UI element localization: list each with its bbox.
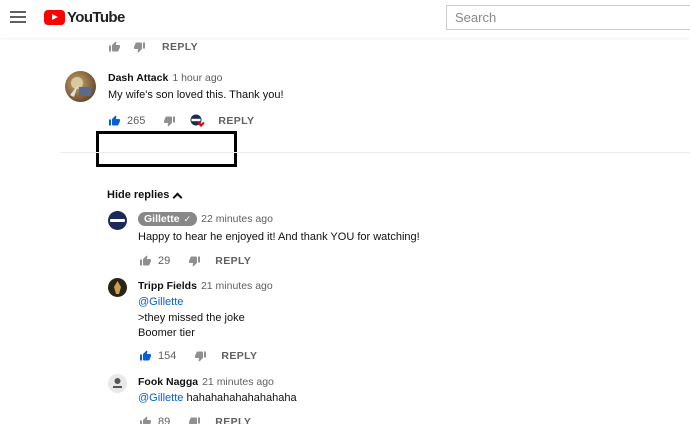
dislike-button[interactable] bbox=[163, 115, 176, 127]
thumbs-up-icon bbox=[109, 115, 120, 126]
comment-time[interactable]: 1 hour ago bbox=[172, 72, 222, 84]
dislike-button[interactable] bbox=[133, 41, 146, 53]
comment-text: My wife's son loved this. Thank you! bbox=[108, 89, 284, 101]
reply-actions: 154 REPLY bbox=[139, 350, 257, 362]
menu-icon[interactable] bbox=[10, 11, 26, 24]
avatar-image bbox=[114, 281, 121, 294]
reply-header: Tripp Fields 21 minutes ago bbox=[138, 280, 273, 292]
reply-text: @Gillette hahahahahahahahaha bbox=[138, 391, 297, 407]
reply-button[interactable]: REPLY bbox=[215, 255, 251, 267]
redaction-box bbox=[96, 131, 237, 167]
thumbs-up-icon bbox=[140, 255, 151, 266]
like-button[interactable] bbox=[108, 41, 121, 53]
like-count: 89 bbox=[158, 416, 171, 424]
hide-replies-label: Hide replies bbox=[107, 189, 170, 201]
comment-author[interactable]: Dash Attack bbox=[108, 72, 168, 84]
reply-author: Gillette bbox=[144, 213, 180, 225]
like-button[interactable] bbox=[108, 115, 121, 127]
dislike-button[interactable] bbox=[188, 255, 201, 267]
like-button[interactable] bbox=[139, 350, 152, 362]
creator-heart bbox=[190, 114, 206, 128]
thumbs-up-icon bbox=[109, 41, 120, 52]
avatar[interactable] bbox=[108, 374, 127, 393]
mention-link[interactable]: @Gillette bbox=[138, 295, 245, 311]
dislike-button[interactable] bbox=[194, 350, 207, 362]
like-count: 29 bbox=[158, 255, 171, 267]
reply-author[interactable]: Tripp Fields bbox=[138, 280, 197, 292]
like-count: 265 bbox=[127, 115, 146, 127]
reply-time[interactable]: 22 minutes ago bbox=[201, 213, 273, 225]
reply-actions: 89 REPLY bbox=[139, 416, 251, 424]
reply-text-body: hahahahahahahahaha bbox=[186, 392, 297, 404]
youtube-logo[interactable]: YouTube bbox=[44, 9, 125, 26]
verified-check-icon: ✓ bbox=[183, 213, 192, 224]
previous-comment-actions: REPLY bbox=[108, 41, 198, 53]
comment-actions: 265 REPLY bbox=[108, 114, 254, 128]
thumbs-up-icon bbox=[140, 350, 151, 361]
reply-text: Happy to hear he enjoyed it! And thank Y… bbox=[138, 231, 420, 243]
divider bbox=[60, 152, 690, 153]
reply-text-line: >they missed the joke bbox=[138, 311, 245, 324]
top-bar: YouTube bbox=[0, 0, 690, 38]
logo-text: YouTube bbox=[67, 9, 125, 26]
reply-actions: 29 REPLY bbox=[139, 255, 251, 267]
avatar[interactable] bbox=[108, 278, 127, 297]
creator-heart-icon bbox=[190, 114, 205, 127]
reply-button[interactable]: REPLY bbox=[221, 350, 257, 362]
reply-text: @Gillette >they missed the joke Boomer t… bbox=[138, 295, 245, 342]
reply-header: Gillette ✓ 22 minutes ago bbox=[138, 212, 273, 226]
thumbs-down-icon bbox=[134, 42, 145, 53]
reply-button[interactable]: REPLY bbox=[215, 416, 251, 424]
reply-header: Fook Nagga 21 minutes ago bbox=[138, 376, 274, 388]
reply-author[interactable]: Fook Nagga bbox=[138, 376, 198, 388]
thumbs-down-icon bbox=[164, 116, 176, 127]
like-button[interactable] bbox=[139, 255, 152, 267]
reply-text-line: Boomer tier bbox=[138, 327, 195, 339]
avatar[interactable] bbox=[65, 71, 96, 102]
thumbs-down-icon bbox=[189, 256, 201, 267]
comment-header: Dash Attack 1 hour ago bbox=[108, 72, 223, 84]
avatar-image bbox=[113, 378, 122, 388]
channel-owner-badge[interactable]: Gillette ✓ bbox=[138, 212, 198, 226]
avatar-image bbox=[70, 77, 91, 97]
dislike-button[interactable] bbox=[188, 416, 201, 424]
hide-replies-button[interactable]: Hide replies bbox=[107, 189, 183, 202]
reply-time[interactable]: 21 minutes ago bbox=[201, 280, 273, 292]
thumbs-down-icon bbox=[189, 417, 201, 424]
like-button[interactable] bbox=[139, 416, 152, 424]
chevron-up-icon bbox=[172, 192, 183, 202]
reply-button[interactable]: REPLY bbox=[218, 115, 254, 127]
reply-button[interactable]: REPLY bbox=[162, 41, 198, 53]
thumbs-down-icon bbox=[195, 351, 207, 362]
gillette-logo-icon bbox=[110, 219, 125, 222]
avatar[interactable] bbox=[108, 211, 127, 230]
thumbs-up-icon bbox=[140, 416, 151, 424]
search-input[interactable] bbox=[446, 5, 690, 30]
reply-time[interactable]: 21 minutes ago bbox=[202, 376, 274, 388]
play-icon bbox=[44, 10, 65, 25]
like-count: 154 bbox=[158, 350, 177, 362]
mention-link[interactable]: @Gillette bbox=[138, 392, 183, 404]
